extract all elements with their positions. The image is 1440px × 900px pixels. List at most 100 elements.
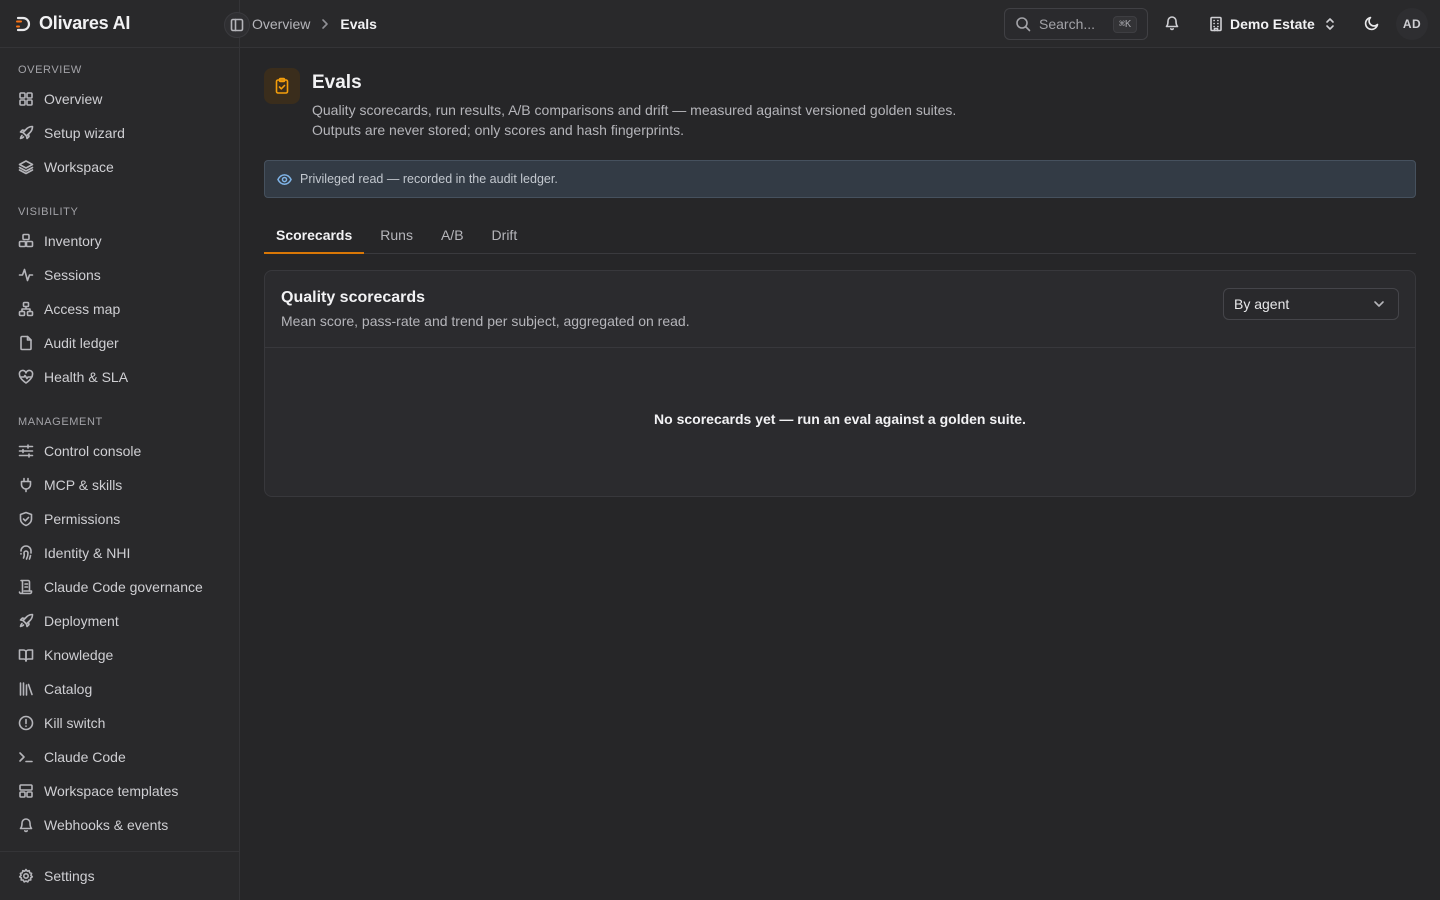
group-by-value: By agent: [1234, 296, 1290, 312]
sidebar-item-knowledge[interactable]: Knowledge: [0, 638, 239, 672]
card-header: Quality scorecards Mean score, pass-rate…: [265, 271, 1415, 348]
network-icon: [18, 301, 34, 317]
sidebar-item-kill-switch[interactable]: Kill switch: [0, 706, 239, 740]
sidebar-item-settings[interactable]: Settings: [0, 859, 95, 893]
grid-icon: [19, 92, 33, 106]
sidebar-item-label: Kill switch: [44, 715, 106, 731]
fingerprint-icon: [20, 545, 32, 560]
sidebar-item-label: Claude Code governance: [44, 579, 203, 595]
alert-circle-icon: [18, 715, 34, 731]
sidebar-item-health-sla[interactable]: Health & SLA: [0, 360, 239, 394]
section-label-management: MANAGEMENT: [18, 416, 103, 428]
sidebar-item-label: Claude Code: [44, 749, 126, 765]
card-title: Quality scorecards: [281, 289, 426, 306]
page-title: Evals: [312, 72, 362, 93]
rocket-icon: [19, 125, 34, 140]
sidebar-item-catalog[interactable]: Catalog: [0, 672, 239, 706]
tab-ab[interactable]: A/B: [429, 218, 476, 254]
sidebar-item-access-map[interactable]: Access map: [0, 292, 239, 326]
sidebar-item-deployment[interactable]: Deployment: [0, 604, 239, 638]
sidebar-item-sessions[interactable]: Sessions: [0, 258, 239, 292]
section-label-visibility: VISIBILITY: [18, 206, 79, 218]
search-button[interactable]: Search... ⌘K: [1004, 8, 1148, 40]
sidebar-toggle-button[interactable]: [224, 12, 250, 38]
activity-icon: [18, 268, 34, 282]
chevrons-up-down-icon: [1326, 18, 1334, 30]
sidebar-item-label: Workspace: [44, 159, 114, 175]
breadcrumb: Overview Evals: [252, 0, 377, 48]
heart-pulse-icon: [18, 369, 34, 384]
sidebar-item-workspace-templates[interactable]: Workspace templates: [0, 774, 239, 808]
sidebar-item-label: Workspace templates: [44, 783, 179, 799]
topbar: Overview Evals Search... ⌘K Demo Estate …: [224, 0, 1440, 48]
sidebar-item-label: Health & SLA: [44, 369, 129, 385]
sidebar-item-label: Identity & NHI: [44, 545, 131, 561]
sidebar-item-label: Audit ledger: [44, 335, 119, 351]
breadcrumb-current: Evals: [340, 16, 377, 32]
sidebar-item-label: MCP & skills: [44, 477, 123, 493]
plug-icon: [20, 477, 32, 493]
notifications-bell-icon[interactable]: [1164, 15, 1180, 31]
scroll-icon: [18, 579, 33, 595]
section-label-overview: OVERVIEW: [18, 64, 82, 76]
brand[interactable]: Olivares AI: [0, 0, 239, 48]
sidebar-item-webhooks-events[interactable]: Webhooks & events: [0, 808, 239, 842]
group-by-select[interactable]: By agent: [1223, 288, 1399, 320]
main-content: Evals Quality scorecards, run results, A…: [264, 48, 1416, 497]
sidebar-item-overview[interactable]: Overview: [0, 82, 239, 116]
sidebar-item-label: Knowledge: [44, 647, 114, 663]
sidebar-item-control-console[interactable]: Control console: [0, 434, 239, 468]
layout-icon: [19, 784, 33, 798]
sidebar-item-label: Deployment: [44, 613, 119, 629]
sidebar-item-label: Access map: [44, 301, 121, 317]
tabs: Scorecards Runs A/B Drift: [264, 218, 1416, 254]
book-icon: [18, 649, 34, 662]
sidebar-item-label: Permissions: [44, 511, 121, 527]
clipboard-check-icon: [264, 68, 300, 104]
file-icon: [20, 335, 32, 351]
shield-icon: [19, 511, 33, 527]
building-icon: [1210, 16, 1222, 32]
sidebar-item-identity-nhi[interactable]: Identity & NHI: [0, 536, 239, 570]
tab-drift[interactable]: Drift: [480, 218, 530, 254]
card-subtitle: Mean score, pass-rate and trend per subj…: [281, 313, 690, 329]
sidebar-item-label: Inventory: [44, 233, 102, 249]
sidebar-item-label: Catalog: [44, 681, 93, 697]
audit-notice-text: Privileged read — recorded in the audit …: [300, 172, 558, 186]
terminal-icon: [19, 752, 33, 763]
sidebar-item-setup-wizard[interactable]: Setup wizard: [0, 116, 239, 150]
moon-icon[interactable]: [1364, 15, 1380, 31]
sidebar-item-claude-code[interactable]: Claude Code: [0, 740, 239, 774]
sidebar-item-inventory[interactable]: Inventory: [0, 224, 239, 258]
panel-left-icon: [230, 18, 244, 32]
sidebar-item-label: Control console: [44, 443, 142, 459]
chevron-down-icon: [1374, 301, 1384, 307]
rocket-icon: [19, 613, 34, 628]
sidebar-item-permissions[interactable]: Permissions: [0, 502, 239, 536]
page-header: Evals Quality scorecards, run results, A…: [264, 48, 1416, 160]
sidebar-item-label: Sessions: [44, 267, 101, 283]
eye-icon: [277, 173, 292, 185]
estate-switcher[interactable]: Demo Estate: [1208, 0, 1337, 48]
brand-name: Olivares AI: [39, 13, 131, 33]
sidebar-item-claude-code-governance[interactable]: Claude Code governance: [0, 570, 239, 604]
page-description: Quality scorecards, run results, A/B com…: [312, 102, 957, 138]
avatar[interactable]: AD: [1396, 8, 1428, 40]
search-icon: [1016, 17, 1031, 32]
tab-runs[interactable]: Runs: [368, 218, 425, 254]
tab-scorecards[interactable]: Scorecards: [264, 218, 365, 254]
search-shortcut: ⌘K: [1112, 15, 1137, 33]
empty-state: No scorecards yet — run an eval against …: [654, 411, 1026, 427]
sidebar-item-audit-ledger[interactable]: Audit ledger: [0, 326, 239, 360]
sidebar: Olivares AI OVERVIEW Overview Setup wiza…: [0, 0, 240, 900]
sidebar-item-mcp-skills[interactable]: MCP & skills: [0, 468, 239, 502]
library-icon: [19, 682, 33, 696]
audit-notice: Privileged read — recorded in the audit …: [264, 160, 1416, 198]
sidebar-nav: OVERVIEW Overview Setup wizard Workspace…: [0, 48, 239, 842]
brand-logo-icon: [16, 16, 31, 31]
breadcrumb-overview[interactable]: Overview: [252, 16, 310, 32]
chevron-right-icon: [322, 19, 329, 29]
boxes-icon: [18, 233, 34, 248]
sidebar-item-workspace[interactable]: Workspace: [0, 150, 239, 184]
sidebar-footer: Settings: [0, 851, 239, 900]
